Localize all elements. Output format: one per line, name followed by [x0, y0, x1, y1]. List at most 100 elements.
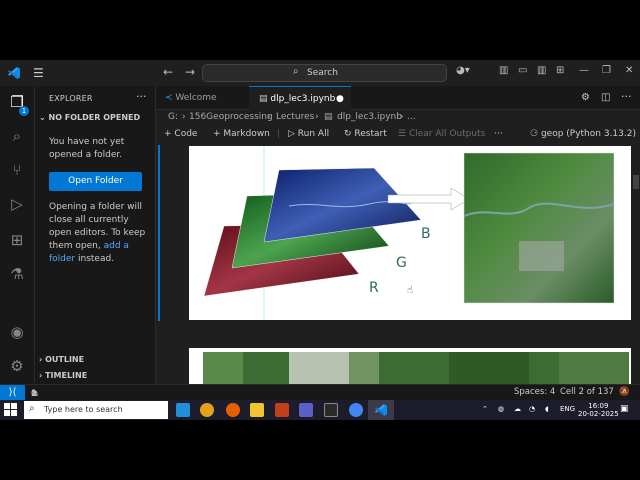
- minimize-icon[interactable]: —: [579, 65, 589, 76]
- breadcrumb-drive[interactable]: G:: [168, 112, 178, 122]
- search-icon[interactable]: ⌕: [7, 126, 27, 146]
- band-label-g: G: [396, 255, 407, 271]
- more-actions-icon[interactable]: ···: [136, 90, 147, 103]
- breadcrumb-folder1[interactable]: 156Geoprocessing: [189, 112, 273, 122]
- markdown-cell-output-2[interactable]: [189, 348, 631, 384]
- add-markdown-button[interactable]: + Markdown: [213, 129, 270, 139]
- toggle-secondary-sidebar-icon[interactable]: ▥: [537, 65, 546, 76]
- run-debug-icon[interactable]: ▷: [7, 194, 27, 214]
- explorer-sidebar: EXPLORER ··· ⌄ NO FOLDER OPENED You have…: [35, 86, 156, 384]
- scrollbar-thumb[interactable]: [633, 175, 639, 189]
- search-label: Search: [307, 68, 338, 78]
- vscode-icon: [375, 404, 387, 416]
- firefox-icon[interactable]: [226, 403, 240, 417]
- tab-notebook[interactable]: ▤ dlp_lec3.ipynb ●: [249, 86, 351, 110]
- snipping-tool-icon[interactable]: [324, 403, 338, 417]
- restart-icon: ↻: [344, 129, 355, 139]
- satellite-strip-image: [203, 352, 629, 384]
- manage-gear-icon[interactable]: ⚙: [7, 356, 27, 376]
- menu-icon[interactable]: ☰: [33, 66, 44, 80]
- plus-icon: +: [164, 129, 175, 139]
- band-label-b: B: [421, 226, 431, 242]
- add-folder-message: Opening a folder will close all currentl…: [49, 202, 146, 264]
- edge-icon[interactable]: [176, 403, 190, 417]
- breadcrumb-more[interactable]: ...: [407, 112, 416, 122]
- notifications-icon[interactable]: 🔕: [619, 387, 630, 397]
- restore-icon[interactable]: ❐: [602, 65, 611, 76]
- title-bar: ☰ ← → ⌕ Search ◕▾ ▥ ▭ ▥ ⊞ — ❐ ✕: [0, 60, 640, 86]
- breadcrumb-folder2[interactable]: Lectures: [276, 112, 314, 122]
- run-all-button[interactable]: ▷ Run All: [288, 129, 329, 139]
- file-explorer-icon[interactable]: [250, 403, 264, 417]
- cell-position-status[interactable]: Cell 2 of 137: [560, 387, 614, 397]
- no-folder-section[interactable]: ⌄ NO FOLDER OPENED: [39, 113, 140, 122]
- settings-gear-icon[interactable]: ⚙: [581, 92, 590, 103]
- extensions-icon[interactable]: ⊞: [7, 230, 27, 250]
- language-indicator[interactable]: ENG: [560, 405, 575, 413]
- taskbar-clock[interactable]: 16:09 20-02-2025: [578, 402, 619, 418]
- outline-section[interactable]: › OUTLINE: [39, 355, 84, 364]
- powerpoint-icon[interactable]: [275, 403, 289, 417]
- search-icon: ⌕: [29, 403, 35, 414]
- teams-icon[interactable]: [299, 403, 313, 417]
- notebook-toolbar: + Code + Markdown | ▷ Run All ↻ Restart …: [156, 125, 640, 145]
- more-actions-icon[interactable]: ···: [621, 90, 632, 103]
- action-center-icon[interactable]: ▣: [620, 404, 629, 414]
- chrome-profile-icon[interactable]: [349, 403, 363, 417]
- accounts-icon[interactable]: ◉: [7, 322, 27, 342]
- no-folder-message: You have not yet opened a folder.: [49, 137, 125, 160]
- vscode-tab-icon: ≺: [165, 93, 176, 103]
- rgb-bands-figure: B G R ☝: [203, 146, 615, 320]
- blue-band-layer: [263, 167, 422, 243]
- chevron-up-icon[interactable]: ⌃: [482, 405, 488, 413]
- vscode-logo-icon: [8, 67, 20, 79]
- cell-focus-indicator: [158, 145, 160, 321]
- open-folder-button[interactable]: Open Folder: [49, 172, 142, 191]
- network-icon[interactable]: ◍: [498, 405, 504, 413]
- kernel-icon: ⚆: [530, 129, 541, 139]
- testing-icon[interactable]: ⚗: [7, 264, 27, 284]
- copilot-icon[interactable]: ◕▾: [456, 65, 470, 76]
- notebook-icon: ▤: [324, 112, 333, 122]
- windows-start-icon[interactable]: [4, 403, 18, 417]
- explorer-badge: 1: [19, 106, 29, 116]
- volume-icon[interactable]: ◖: [545, 405, 549, 413]
- plus-icon: +: [213, 129, 224, 139]
- unsaved-dot-icon[interactable]: ●: [336, 87, 344, 111]
- urban-area-icon: [519, 241, 564, 271]
- indentation-status[interactable]: Spaces: 4: [514, 387, 555, 397]
- windows-taskbar: ⌕ Type here to search ⌃ ◍ ☁ ◔ ◖ ENG 16:0…: [0, 400, 640, 420]
- tab-welcome[interactable]: ≺ Welcome: [156, 86, 248, 110]
- forward-arrow-icon[interactable]: →: [185, 65, 195, 79]
- toggle-primary-sidebar-icon[interactable]: ▥: [499, 65, 508, 76]
- wifi-icon[interactable]: ◔: [529, 405, 535, 413]
- chevron-down-icon: ⌄: [39, 113, 49, 122]
- vscode-taskbar-button[interactable]: [368, 400, 394, 420]
- editor-tabs: ≺ Welcome ▤ dlp_lec3.ipynb ● ⚙ ◫ ···: [156, 86, 640, 110]
- close-icon[interactable]: ✕: [625, 65, 633, 76]
- run-all-icon: ▷: [288, 129, 298, 139]
- customize-layout-icon[interactable]: ⊞: [556, 65, 564, 76]
- back-arrow-icon[interactable]: ←: [163, 65, 173, 79]
- more-toolbar-icon[interactable]: ···: [494, 129, 503, 139]
- restart-button[interactable]: ↻ Restart: [344, 129, 387, 139]
- band-label-r: R: [369, 280, 379, 296]
- breadcrumb: G: › 156Geoprocessing › Lectures › ▤ dlp…: [156, 110, 640, 126]
- toggle-panel-icon[interactable]: ▭: [518, 65, 527, 76]
- add-code-button[interactable]: + Code: [164, 129, 197, 139]
- source-control-icon[interactable]: ⑂: [7, 160, 27, 180]
- split-editor-icon[interactable]: ◫: [601, 92, 610, 103]
- timeline-section[interactable]: › TIMELINE: [39, 371, 87, 380]
- activity-bar: ❐ 1 ⌕ ⑂ ▷ ⊞ ⚗ ◉ ⚙: [0, 86, 35, 384]
- markdown-cell-output[interactable]: B G R ☝: [189, 146, 631, 320]
- status-bar: ⟩⟨ ⊗ 0 ⚠ 1 Spaces: 4 Cell 2 of 137 🔕: [0, 384, 640, 401]
- breadcrumb-file[interactable]: dlp_lec3.ipynb: [337, 112, 402, 122]
- kernel-picker[interactable]: ⚆ geop (Python 3.13.2): [530, 129, 636, 139]
- explorer-header: EXPLORER: [49, 94, 93, 103]
- cloud-icon[interactable]: ☁: [514, 405, 521, 413]
- windows-search-box[interactable]: ⌕ Type here to search: [24, 401, 168, 419]
- clear-outputs-button[interactable]: ☰ Clear All Outputs: [398, 129, 485, 139]
- command-center-search[interactable]: ⌕ Search: [202, 64, 447, 82]
- remote-indicator-icon[interactable]: ⟩⟨: [0, 385, 25, 401]
- chrome-icon[interactable]: [200, 403, 214, 417]
